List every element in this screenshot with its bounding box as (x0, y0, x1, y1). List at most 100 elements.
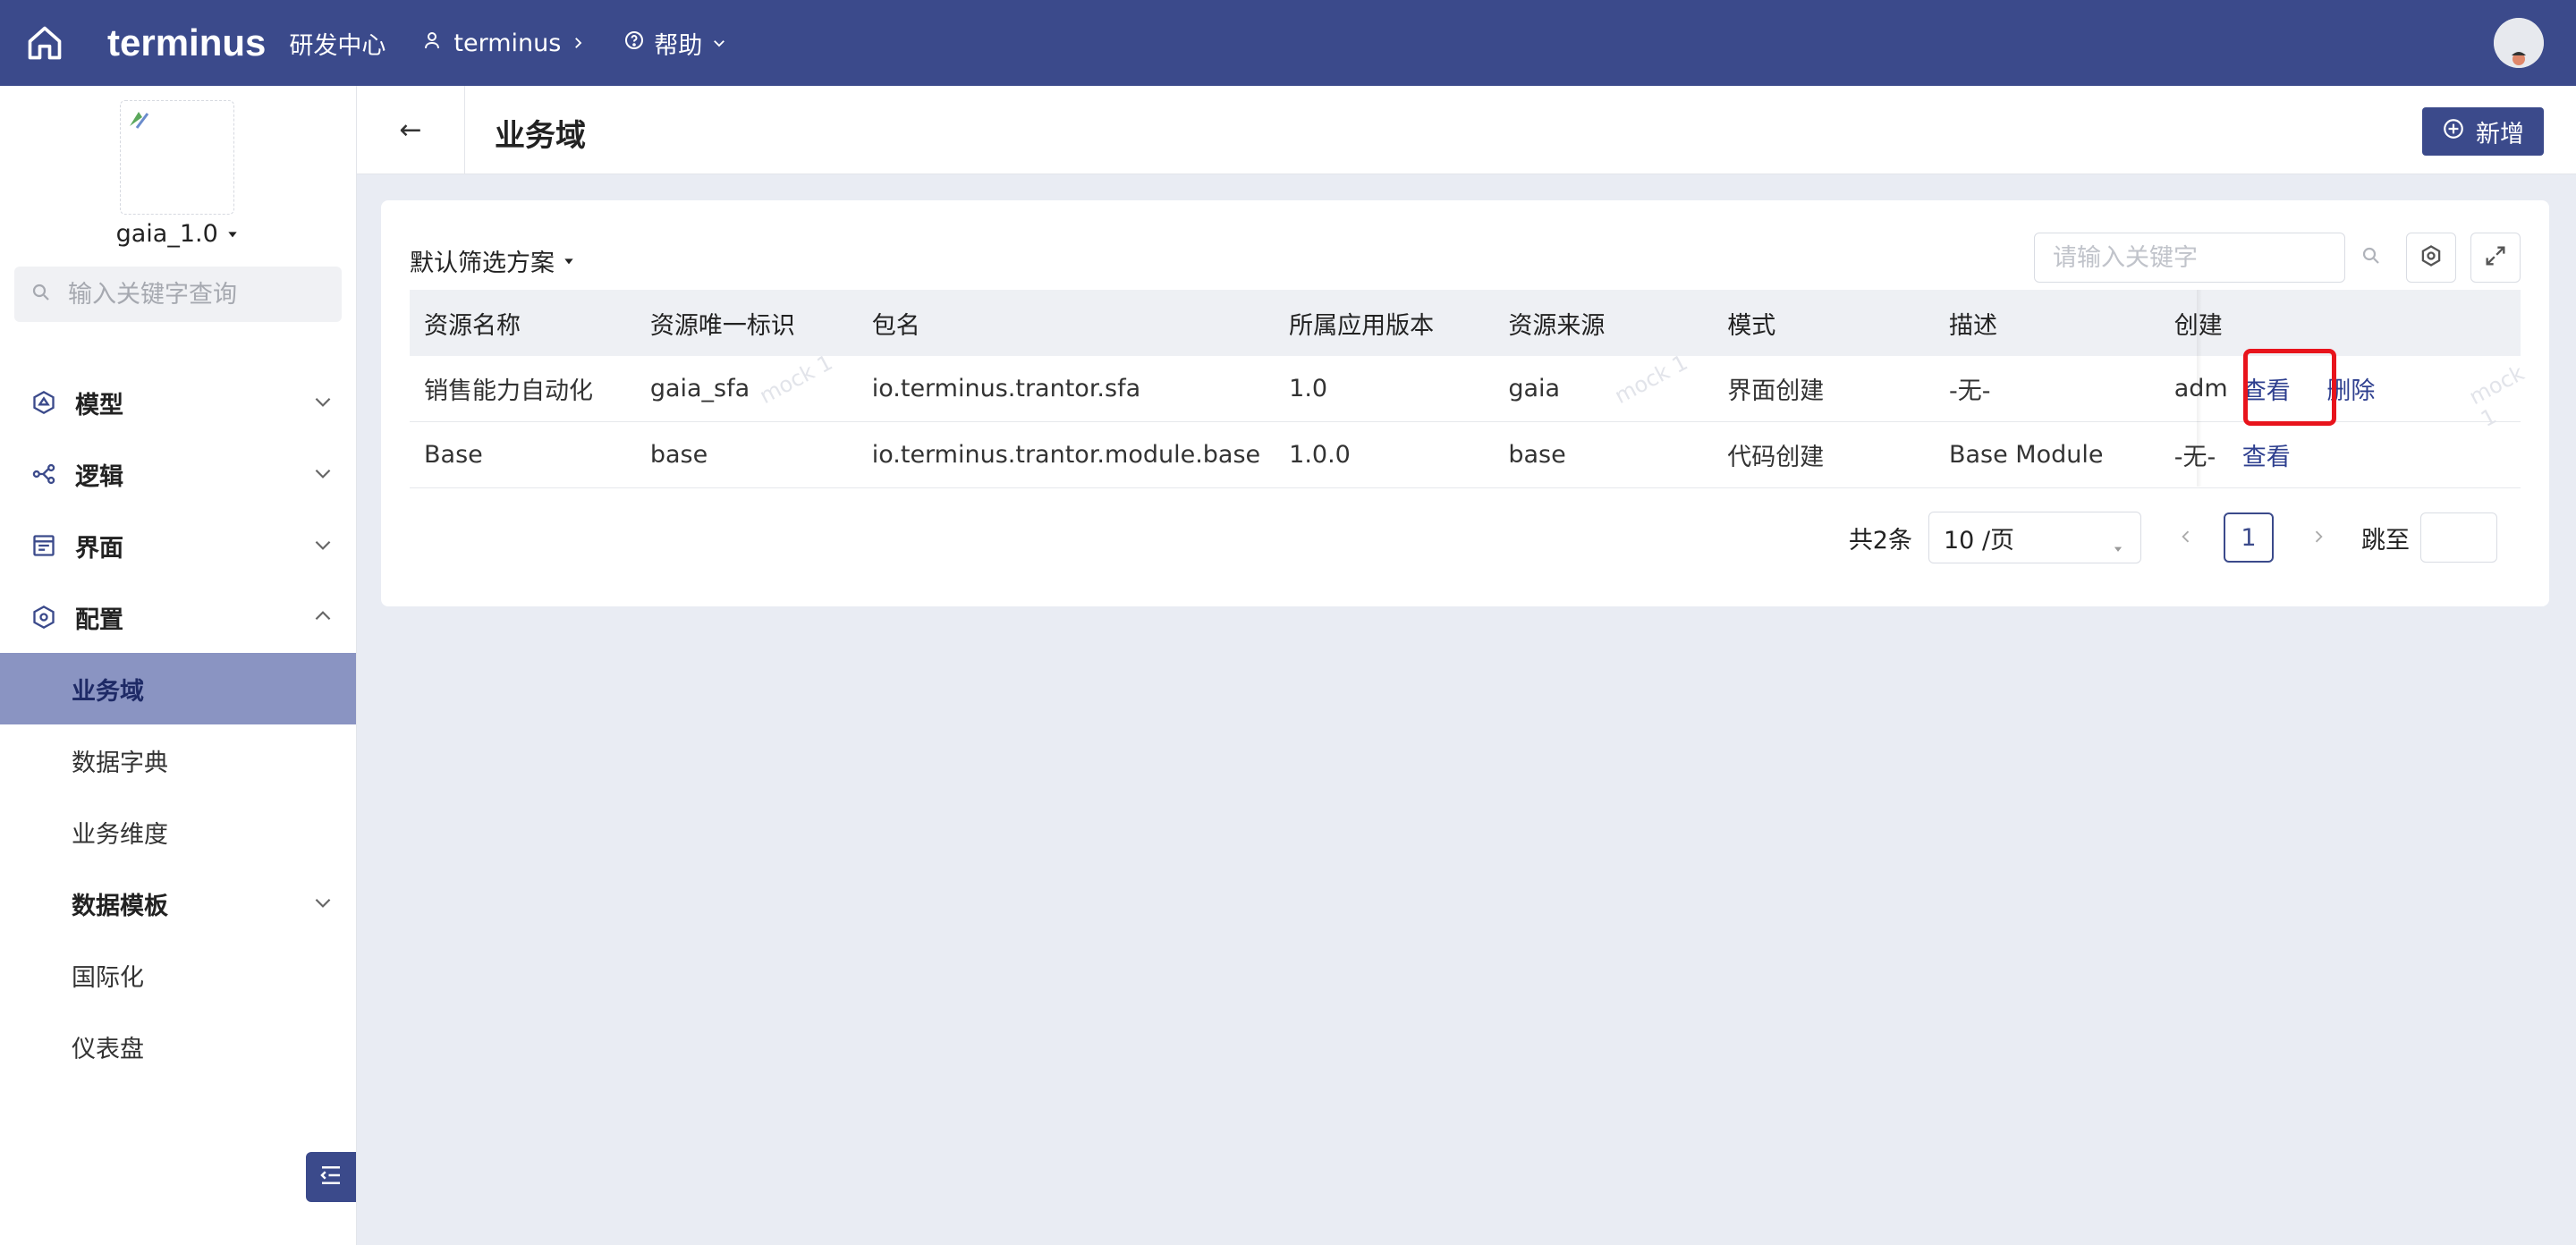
sidebar-item-model[interactable]: 模型 (0, 367, 356, 438)
total-count: 共2条 (1848, 526, 1912, 555)
brand-logo[interactable]: terminus (107, 21, 266, 64)
sidebar-item-data-dictionary[interactable]: 数据字典 (0, 724, 356, 796)
help-circle-icon (623, 30, 645, 57)
cell-source-link[interactable]: gaia (1494, 356, 1714, 422)
view-button[interactable]: 查看 (2242, 444, 2291, 471)
table-search-input[interactable] (2051, 242, 2360, 273)
caret-down-icon (562, 247, 576, 275)
fullscreen-button[interactable] (2470, 233, 2521, 283)
column-header[interactable]: 资源来源 (1494, 290, 1714, 356)
cell-creator: adm (2159, 356, 2228, 422)
sidebar-item-data-template[interactable]: 数据模板 (0, 868, 356, 939)
page-number-button[interactable]: 1 (2224, 512, 2274, 563)
page-size-select[interactable]: 10 /页 (1928, 512, 2141, 563)
column-header[interactable]: 创建 (2159, 290, 2228, 356)
sidebar-menu: 模型 逻辑 界面 配置 业务域 数据字典 业务维度 数据模板 国际化 仪表盘 (0, 367, 356, 1082)
cell-operations: 查看 (2227, 421, 2521, 488)
caret-down-icon (225, 220, 240, 248)
gear-icon (2419, 243, 2444, 272)
column-header[interactable]: 资源名称 (410, 290, 636, 356)
home-icon[interactable] (21, 20, 68, 66)
cell-package: io.terminus.trantor.module.base (857, 421, 1275, 488)
prev-page-button[interactable] (2168, 524, 2204, 552)
cell-mode: 代码创建 (1713, 421, 1935, 488)
resource-table: 资源名称 资源唯一标识 包名 所属应用版本 资源来源 模式 描述 创建 销售能力… (410, 290, 2521, 488)
search-icon (30, 282, 52, 307)
back-button[interactable]: ← (357, 86, 465, 174)
cell-creator: -无- (2159, 421, 2228, 488)
cell-desc: -无- (1934, 356, 2160, 422)
expand-icon (2483, 243, 2508, 272)
chevron-down-icon (311, 533, 335, 563)
layout-icon (30, 532, 57, 559)
top-nav-bar: terminus 研发中心 terminus 帮助 (0, 0, 2576, 86)
sidebar-item-label: 逻辑 (75, 462, 123, 491)
column-header[interactable]: 所属应用版本 (1275, 290, 1495, 356)
table-search[interactable] (2034, 233, 2379, 283)
sidebar-search-input[interactable] (66, 279, 338, 309)
jump-to-page-input[interactable] (2420, 512, 2497, 563)
chevron-down-icon (311, 390, 335, 419)
resource-table-card: 默认筛选方案 资源名称 资源唯一标识 包名 所属应用 (381, 200, 2549, 606)
sidebar-item-config[interactable]: 配置 (0, 581, 356, 653)
cell-package: io.terminus.trantor.sfa (857, 356, 1275, 422)
model-icon (30, 389, 57, 416)
dev-center-label[interactable]: 研发中心 (289, 26, 386, 61)
sidebar-item-label: 模型 (75, 391, 123, 419)
sidebar-item-dashboard[interactable]: 仪表盘 (0, 1011, 356, 1082)
sidebar-item-label: 数据模板 (72, 892, 168, 920)
plus-circle-icon (2442, 117, 2465, 147)
cell-key: gaia_sfa (635, 356, 858, 422)
sidebar-item-label: 配置 (75, 606, 123, 634)
app-selector[interactable]: gaia_1.0 (0, 220, 356, 248)
user-avatar[interactable] (2494, 18, 2544, 68)
help-label: 帮助 (654, 31, 703, 60)
page-size-value: 10 /页 (1944, 526, 2015, 555)
sidebar-item-business-dimension[interactable]: 业务维度 (0, 796, 356, 868)
cell-operations: 查看 删除 (2227, 356, 2521, 422)
sidebar-item-label: 界面 (75, 534, 123, 563)
jump-to-label: 跳至 (2361, 526, 2410, 555)
table-row[interactable]: 销售能力自动化 gaia_sfa io.terminus.trantor.sfa… (410, 356, 2521, 422)
table-settings-button[interactable] (2406, 233, 2456, 283)
view-button[interactable]: 查看 (2242, 377, 2291, 405)
collapse-menu-icon (318, 1162, 344, 1192)
filter-plan-dropdown[interactable]: 默认筛选方案 (410, 243, 576, 278)
org-switcher[interactable]: terminus (423, 30, 586, 57)
chevron-down-icon (711, 30, 727, 57)
column-header[interactable]: 包名 (857, 290, 1275, 356)
cell-name: Base (410, 421, 636, 488)
column-header[interactable]: 描述 (1934, 290, 2160, 356)
sidebar-item-ui[interactable]: 界面 (0, 510, 356, 581)
page-title: 业务域 (495, 118, 586, 154)
delete-button[interactable]: 删除 (2326, 377, 2375, 405)
help-menu[interactable]: 帮助 (623, 26, 727, 61)
logic-flow-icon (30, 461, 57, 487)
cell-key: base (635, 421, 858, 488)
add-button-label: 新增 (2476, 120, 2524, 148)
chevron-down-icon (311, 891, 335, 920)
cell-source-link[interactable]: base (1494, 421, 1714, 488)
sidebar-item-business-domain[interactable]: 业务域 (0, 653, 356, 724)
column-header[interactable]: 资源唯一标识 (635, 290, 858, 356)
search-icon[interactable] (2360, 245, 2382, 270)
sidebar-search[interactable] (14, 267, 342, 322)
sidebar-item-i18n[interactable]: 国际化 (0, 939, 356, 1011)
cell-version: 1.0.0 (1275, 421, 1495, 488)
chevron-down-icon (311, 462, 335, 491)
cell-name: 销售能力自动化 (410, 356, 636, 422)
page-header: ← 业务域 新增 (357, 86, 2576, 174)
table-row[interactable]: Base base io.terminus.trantor.module.bas… (410, 421, 2521, 488)
app-name: gaia_1.0 (115, 220, 218, 248)
table-header-row: 资源名称 资源唯一标识 包名 所属应用版本 资源来源 模式 描述 创建 (410, 290, 2521, 356)
caret-down-icon (2112, 534, 2124, 562)
add-button[interactable]: 新增 (2422, 107, 2544, 156)
collapse-sidebar-button[interactable] (306, 1152, 356, 1202)
cell-version: 1.0 (1275, 356, 1495, 422)
pagination: 共2条 10 /页 1 跳至 (1849, 512, 2497, 563)
column-header[interactable]: 模式 (1713, 290, 1935, 356)
settings-hexagon-icon (30, 604, 57, 631)
next-page-button[interactable] (2301, 524, 2336, 552)
sidebar-item-logic[interactable]: 逻辑 (0, 438, 356, 510)
operations-header (2227, 290, 2521, 356)
